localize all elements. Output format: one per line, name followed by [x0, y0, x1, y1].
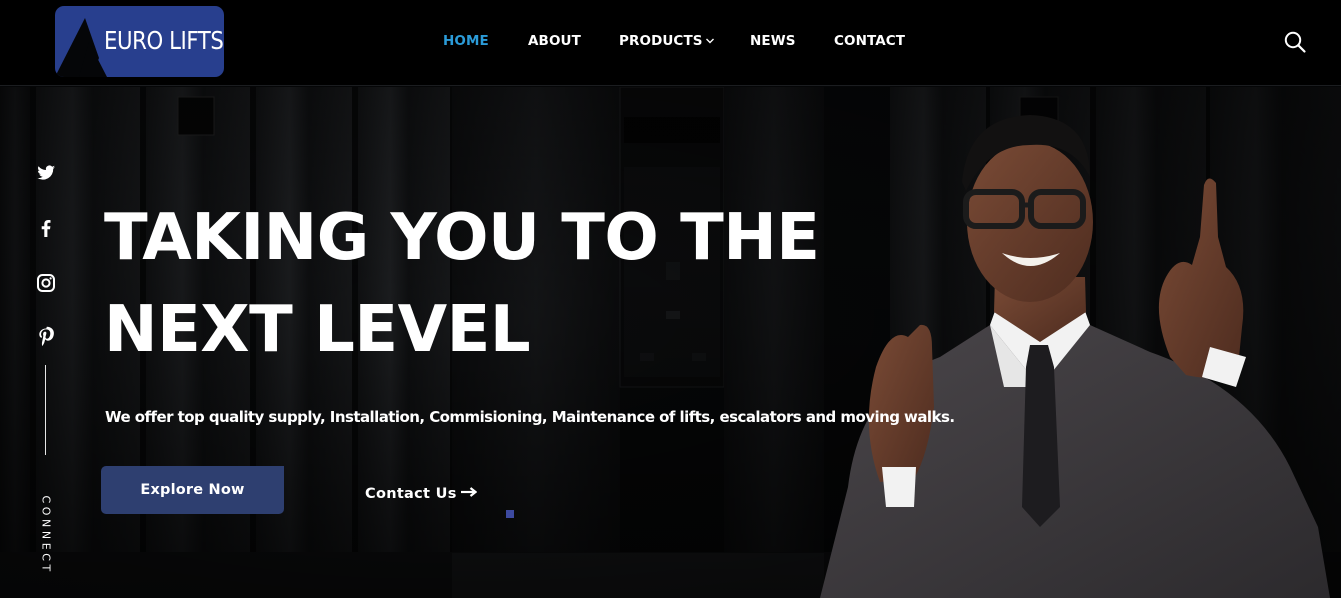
facebook-icon[interactable] [34, 216, 58, 240]
nav-products[interactable]: PRODUCTS [619, 33, 714, 49]
connect-label: CONNECT [40, 496, 53, 575]
nav-about[interactable]: ABOUT [528, 33, 581, 49]
search-icon[interactable] [1283, 30, 1307, 54]
nav-products-label: PRODUCTS [619, 33, 703, 49]
instagram-icon[interactable] [34, 271, 58, 295]
page: EURO LIFTS HOME ABOUT PRODUCTS NEWS CONT… [0, 0, 1341, 598]
businessman-image [820, 115, 1330, 598]
nav-home[interactable]: HOME [443, 33, 489, 49]
slide-indicator[interactable] [506, 510, 514, 518]
arrow-right-icon [460, 487, 477, 497]
explore-now-button[interactable]: Explore Now [101, 466, 284, 514]
hero-subtitle: We offer top quality supply, Installatio… [105, 408, 955, 426]
contact-us-link[interactable]: Contact Us [365, 486, 477, 502]
chevron-down-icon [705, 38, 714, 44]
nav-contact[interactable]: CONTACT [834, 33, 905, 49]
hero-title-line-2: NEXT LEVEL [104, 293, 531, 367]
main-nav: HOME ABOUT PRODUCTS NEWS CONTACT [0, 0, 1341, 86]
site-header: EURO LIFTS HOME ABOUT PRODUCTS NEWS CONT… [0, 0, 1341, 86]
twitter-icon[interactable] [34, 161, 58, 185]
nav-news[interactable]: NEWS [750, 33, 796, 49]
pinterest-icon[interactable] [34, 325, 58, 349]
hero-title: TAKING YOU TO THE NEXT LEVEL [104, 192, 820, 376]
hero-title-line-1: TAKING YOU TO THE [104, 201, 820, 275]
social-divider-line [45, 365, 46, 455]
contact-us-label: Contact Us [365, 486, 457, 502]
